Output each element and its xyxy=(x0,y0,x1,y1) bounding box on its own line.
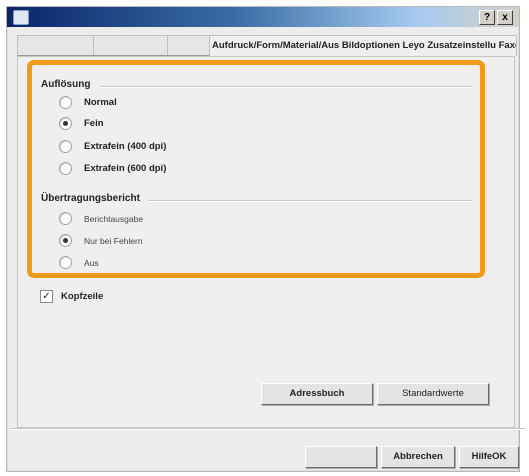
kopfzeile-checkbox[interactable]: ✓ xyxy=(40,290,53,303)
kopfzeile-option[interactable]: ✓ Kopfzeile xyxy=(40,290,103,303)
title-bar: ? x xyxy=(7,7,519,27)
tab-strip: Aufdruck/Form/Material/Aus Bildoptionen … xyxy=(17,35,517,56)
close-icon[interactable]: x xyxy=(497,10,513,25)
help-ok-button[interactable]: HilfeOK xyxy=(459,446,519,468)
title-buttons: ? x xyxy=(479,10,513,25)
tab-active[interactable]: Aufdruck/Form/Material/Aus Bildoptionen … xyxy=(209,35,517,56)
footer-divider xyxy=(10,428,525,430)
highlight-frame xyxy=(27,60,485,278)
tab-3[interactable] xyxy=(167,35,213,55)
tab-2[interactable] xyxy=(93,35,171,55)
ok-button[interactable] xyxy=(305,446,377,468)
kopfzeile-label: Kopfzeile xyxy=(61,291,104,302)
cancel-button[interactable]: Abbrechen xyxy=(381,446,455,468)
address-book-button[interactable]: Adressbuch xyxy=(261,383,373,405)
defaults-button[interactable]: Standardwerte xyxy=(377,383,489,405)
help-icon[interactable]: ? xyxy=(479,10,495,25)
app-icon xyxy=(13,10,29,25)
tab-1[interactable] xyxy=(17,35,97,55)
